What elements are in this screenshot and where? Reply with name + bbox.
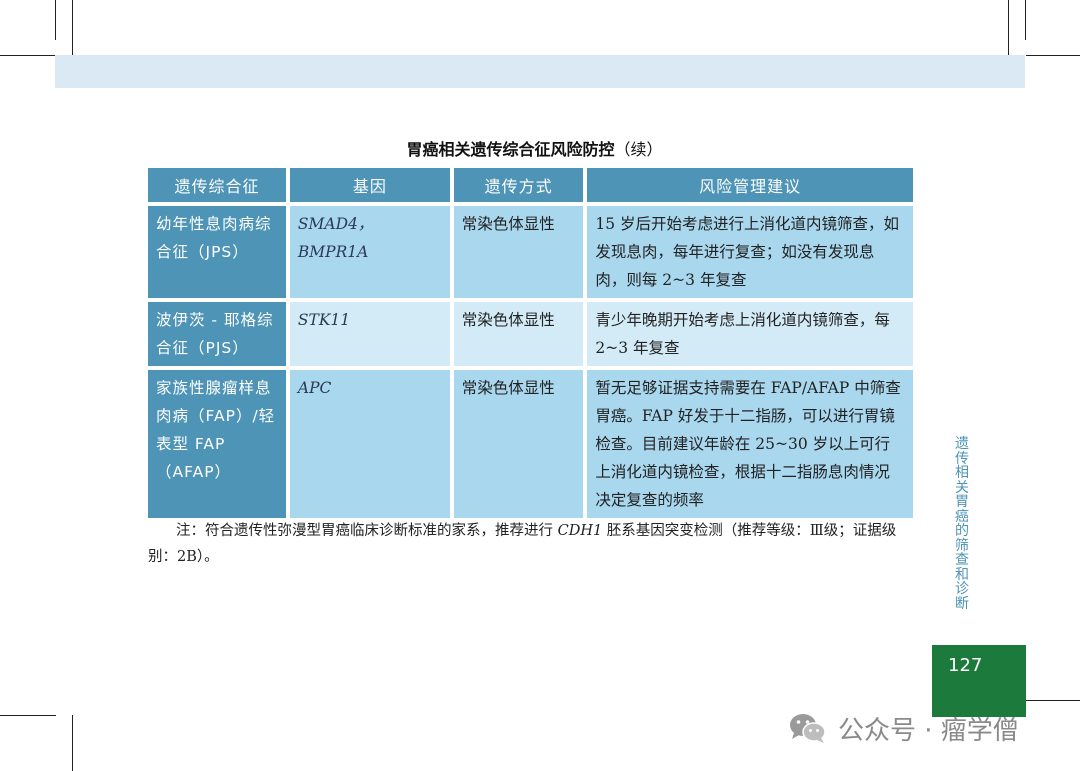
table-note: 注：符合遗传性弥漫型胃癌临床诊断标准的家系，推荐进行 CDH1 胚系基因突变检测… <box>148 518 921 570</box>
column-header: 遗传方式 <box>453 168 584 202</box>
header-band <box>55 55 1025 88</box>
advice-cell: 15 岁后开始考虑进行上消化道内镜筛查，如发现息肉，每年进行复查；如没有发现息肉… <box>587 206 913 298</box>
column-header: 遗传综合征 <box>148 168 286 202</box>
advice-cell: 暂无足够证据支持需要在 FAP/AFAP 中筛查胃癌。FAP 好发于十二指肠，可… <box>587 370 913 518</box>
table-header-row: 遗传综合征 基因 遗传方式 风险管理建议 <box>148 168 913 202</box>
gene-cell: STK11 <box>289 302 450 366</box>
risk-table: 遗传综合征 基因 遗传方式 风险管理建议 幼年性息肉病综合征（JPS） SMAD… <box>144 164 917 522</box>
chapter-side-title: 遗传相关胃癌的筛查和诊断 <box>955 436 969 612</box>
inheritance-cell: 常染色体显性 <box>453 302 584 366</box>
table-title: 胃癌相关遗传综合征风险防控（续） <box>148 136 921 160</box>
watermark-text: 公众号 · 瘤学僧 <box>838 715 1019 746</box>
crop-mark <box>55 0 56 40</box>
gene-cell: SMAD4，BMPR1A <box>289 206 450 298</box>
gene-cell: APC <box>289 370 450 518</box>
crop-mark <box>72 715 73 771</box>
column-header: 风险管理建议 <box>587 168 913 202</box>
crop-mark <box>1025 700 1080 701</box>
page-number-box: 127 <box>932 645 1026 717</box>
advice-cell: 青少年晚期开始考虑上消化道内镜筛查，每 2~3 年复查 <box>587 302 913 366</box>
crop-mark <box>72 0 73 56</box>
table-title-suffix: （续） <box>614 140 663 159</box>
watermark: 公众号 · 瘤学僧 <box>788 708 1019 748</box>
syndrome-cell: 波伊茨 - 耶格综合征（PJS） <box>148 302 286 366</box>
wechat-icon <box>788 711 828 745</box>
table-row: 幼年性息肉病综合征（JPS） SMAD4，BMPR1A 常染色体显性 15 岁后… <box>148 206 913 298</box>
table-title-text: 胃癌相关遗传综合征风险防控 <box>406 140 615 159</box>
table-row: 家族性腺瘤样息肉病（FAP）/轻表型 FAP（AFAP） APC 常染色体显性 … <box>148 370 913 518</box>
crop-mark <box>1026 55 1080 56</box>
column-header: 基因 <box>289 168 450 202</box>
note-prefix: 注：符合遗传性弥漫型胃癌临床诊断标准的家系，推荐进行 <box>176 523 558 539</box>
syndrome-cell: 家族性腺瘤样息肉病（FAP）/轻表型 FAP（AFAP） <box>148 370 286 518</box>
crop-mark <box>1008 0 1009 56</box>
inheritance-cell: 常染色体显性 <box>453 206 584 298</box>
page-number: 127 <box>948 655 983 676</box>
inheritance-cell: 常染色体显性 <box>453 370 584 518</box>
syndrome-cell: 幼年性息肉病综合征（JPS） <box>148 206 286 298</box>
crop-mark <box>1025 0 1026 40</box>
crop-mark <box>0 55 56 56</box>
note-gene: CDH1 <box>557 523 603 539</box>
table-row: 波伊茨 - 耶格综合征（PJS） STK11 常染色体显性 青少年晚期开始考虑上… <box>148 302 913 366</box>
crop-mark <box>0 715 56 716</box>
